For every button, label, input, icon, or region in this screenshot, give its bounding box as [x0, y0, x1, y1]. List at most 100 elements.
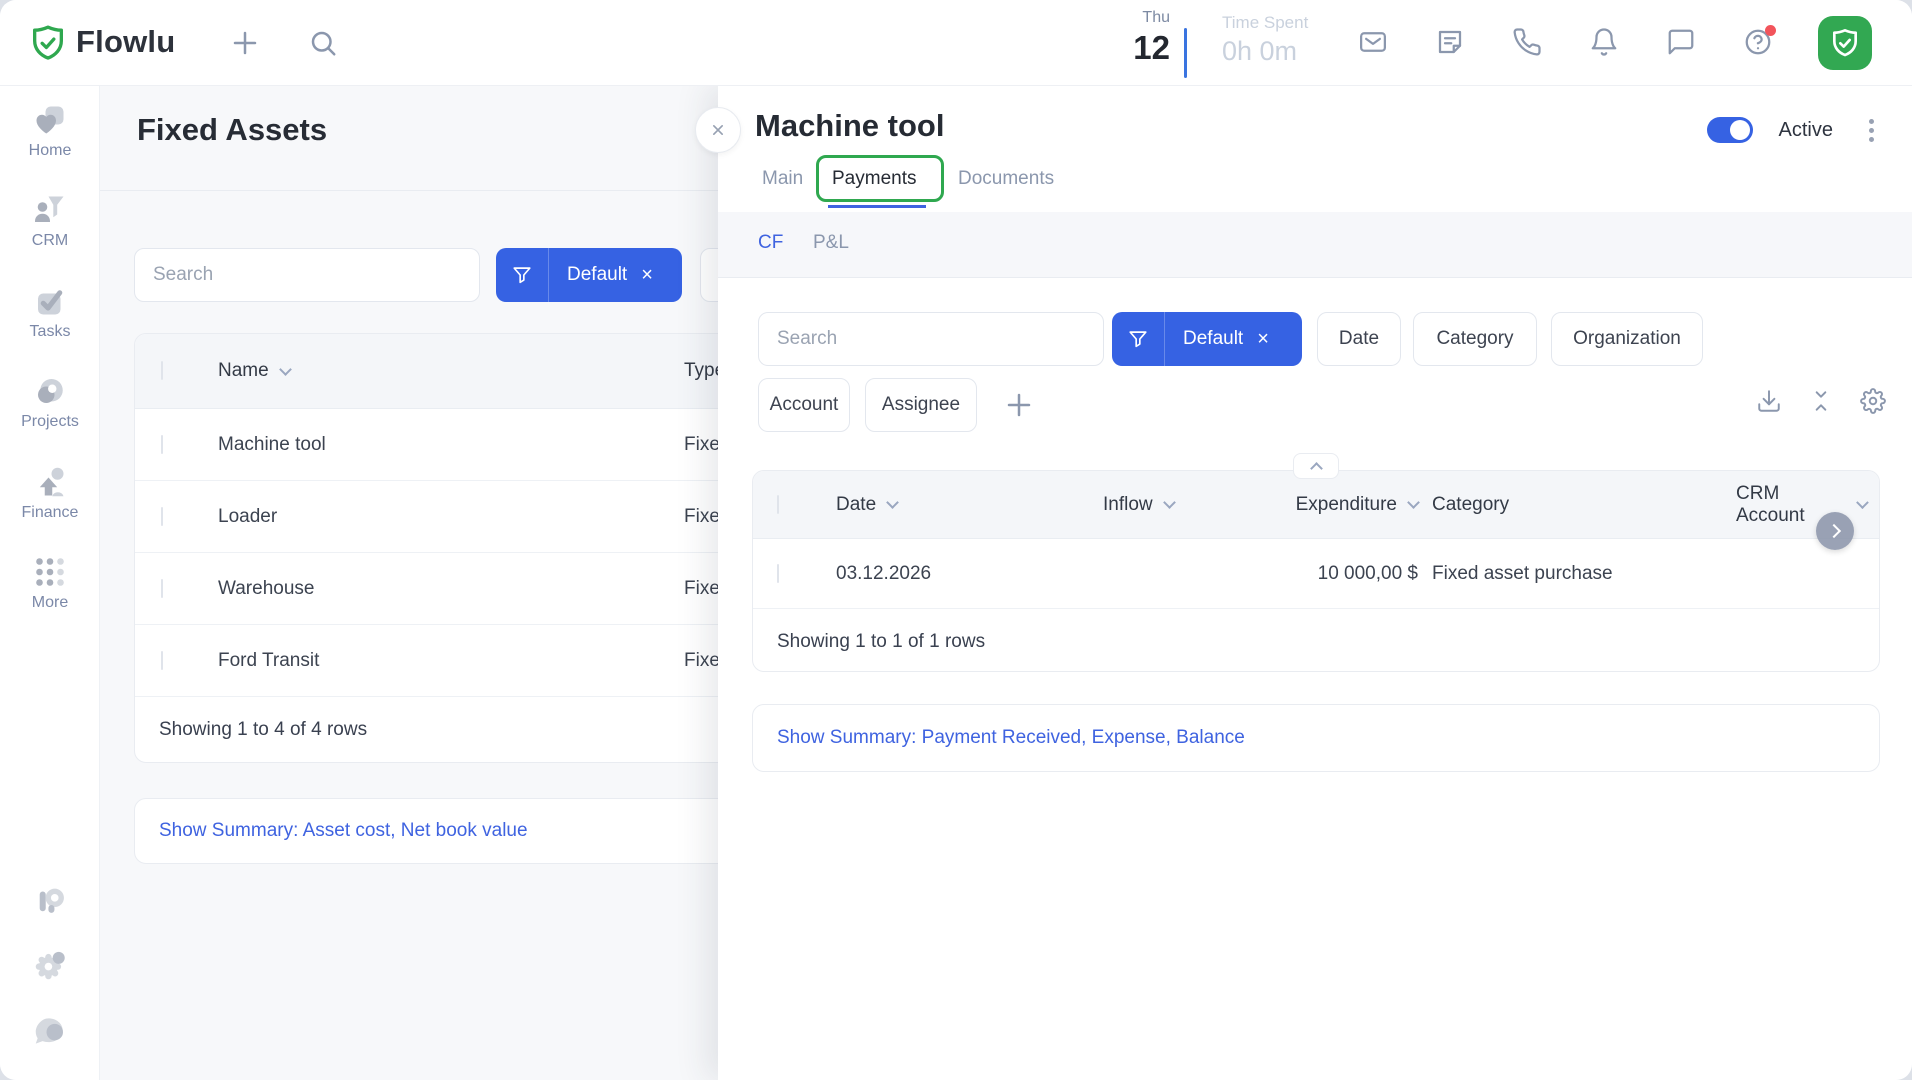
column-label: Inflow	[1103, 494, 1153, 516]
sidebar-item-finance[interactable]: Finance	[0, 464, 100, 522]
chevron-down-icon	[1163, 496, 1176, 509]
sidebar-item-tasks[interactable]: Tasks	[0, 283, 100, 341]
table-row[interactable]: 03.12.2026 10 000,00 $ Fixed asset purch…	[753, 539, 1879, 609]
sidebar-item-crm[interactable]: CRM	[0, 192, 100, 250]
table-row[interactable]: Machine tool Fixed	[135, 409, 739, 481]
assets-filter-default-button[interactable]: Default ×	[496, 248, 682, 302]
topbar-icon-group	[1358, 27, 1773, 57]
select-all-checkbox[interactable]	[161, 361, 163, 380]
time-spent-value: 0h 0m	[1222, 34, 1308, 68]
filter-date-button[interactable]: Date	[1317, 312, 1401, 366]
subtab-pl[interactable]: P&L	[813, 232, 849, 254]
row-checkbox-cell	[135, 580, 195, 598]
mail-icon[interactable]	[1358, 27, 1388, 57]
filter-assignee-button[interactable]: Assignee	[865, 378, 977, 432]
filter-category-button[interactable]: Category	[1413, 312, 1537, 366]
subtab-cf[interactable]: CF	[758, 232, 783, 254]
tab-main[interactable]: Main	[762, 168, 803, 190]
table-pagination-status: Showing 1 to 4 of 4 rows	[135, 697, 739, 763]
payments-search-input[interactable]	[758, 312, 1104, 366]
sidebar-item-home[interactable]: Home	[0, 102, 100, 160]
payment-expenditure: 10 000,00 $	[1263, 563, 1418, 585]
asset-name[interactable]: Machine tool	[195, 434, 684, 456]
filter-organization-button[interactable]: Organization	[1551, 312, 1703, 366]
select-all-checkbox[interactable]	[777, 495, 779, 514]
help-icon[interactable]	[1743, 27, 1773, 57]
row-checkbox[interactable]	[777, 564, 779, 583]
asset-name[interactable]: Ford Transit	[195, 650, 684, 672]
column-header-inflow[interactable]: Inflow	[1083, 494, 1263, 516]
messenger-icon[interactable]	[0, 1012, 100, 1055]
notes-icon[interactable]	[1435, 27, 1465, 57]
scroll-right-button[interactable]	[1816, 512, 1854, 550]
settings-icon[interactable]	[0, 946, 100, 989]
active-toggle[interactable]	[1707, 117, 1753, 143]
page-title: Fixed Assets	[137, 112, 327, 148]
assets-search-input[interactable]	[134, 248, 480, 302]
column-header-expenditure[interactable]: Expenditure	[1263, 494, 1418, 516]
chevron-right-icon	[1826, 524, 1840, 538]
app-shield-icon[interactable]	[1818, 16, 1872, 70]
filter-label: Default	[549, 264, 641, 286]
app-window: Flowlu Thu 12 Time Spent 0h 0m	[0, 0, 1912, 1080]
download-icon[interactable]	[1756, 388, 1782, 414]
collapse-icon[interactable]	[1808, 388, 1834, 414]
active-tab-underline	[828, 205, 926, 208]
bell-icon[interactable]	[1589, 27, 1619, 57]
phone-icon[interactable]	[1512, 27, 1542, 57]
payments-filter-default-button[interactable]: Default ×	[1112, 312, 1302, 366]
chat-icon[interactable]	[1666, 27, 1696, 57]
show-summary-link[interactable]: Show Summary: Asset cost, Net book value	[159, 820, 528, 842]
table-row[interactable]: Loader Fixed	[135, 481, 739, 553]
row-checkbox[interactable]	[161, 651, 163, 670]
column-label: Date	[836, 494, 876, 516]
tasks-icon	[32, 283, 68, 319]
asset-name[interactable]: Warehouse	[195, 578, 684, 600]
column-header-date[interactable]: Date	[813, 494, 1083, 516]
column-label: Category	[1432, 494, 1509, 516]
chevron-down-icon	[1856, 496, 1868, 508]
row-checkbox[interactable]	[161, 435, 163, 454]
show-summary-link[interactable]: Show Summary: Payment Received, Expense,…	[777, 727, 1245, 749]
column-header-category[interactable]: Category	[1418, 494, 1728, 516]
clear-filter-icon[interactable]: ×	[641, 265, 671, 285]
table-row[interactable]: Ford Transit Fixed	[135, 625, 739, 697]
time-spent-label: Time Spent	[1222, 12, 1308, 34]
filter-account-button[interactable]: Account	[758, 378, 850, 432]
kebab-menu-icon[interactable]	[1859, 115, 1884, 146]
column-header-name[interactable]: Name	[195, 360, 684, 382]
sidebar-item-label: Home	[29, 142, 72, 159]
more-grid-icon	[32, 554, 68, 590]
subtab-band: CF P&L	[718, 212, 1912, 278]
row-checkbox[interactable]	[161, 579, 163, 598]
payment-category: Fixed asset purchase	[1418, 563, 1728, 585]
top-bar: Flowlu Thu 12 Time Spent 0h 0m	[0, 0, 1912, 86]
chevron-down-icon	[886, 496, 899, 509]
sidebar-item-label: Finance	[22, 504, 79, 521]
table-row[interactable]: Warehouse Fixed	[135, 553, 739, 625]
create-plus-icon[interactable]	[230, 28, 260, 58]
time-tracker[interactable]: Time Spent 0h 0m	[1222, 12, 1308, 68]
row-checkbox[interactable]	[161, 507, 163, 526]
sidebar-item-label: Tasks	[30, 323, 71, 340]
payments-tab-highlight-annotation	[816, 155, 944, 202]
global-search-icon[interactable]	[308, 28, 338, 58]
column-header-crm-account[interactable]: CRM Account	[1728, 483, 1879, 527]
asset-name[interactable]: Loader	[195, 506, 684, 528]
sidebar: Home CRM Tasks Projects Finance	[0, 86, 100, 1080]
close-panel-button[interactable]	[695, 107, 741, 153]
brand-name[interactable]: Flowlu	[76, 24, 175, 60]
tab-documents[interactable]: Documents	[958, 168, 1054, 190]
workspace: Fixed Assets Default × Name	[100, 86, 1912, 1080]
table-collapse-tab[interactable]	[1293, 453, 1339, 479]
clear-filter-icon[interactable]: ×	[1257, 329, 1287, 349]
chevron-down-icon	[279, 363, 292, 376]
sidebar-item-more[interactable]: More	[0, 554, 100, 612]
add-filter-plus-icon[interactable]	[1004, 390, 1034, 420]
flowlu-logo-icon[interactable]	[28, 23, 68, 63]
payment-date[interactable]: 03.12.2026	[813, 563, 1083, 585]
apps-icon[interactable]	[0, 882, 100, 925]
gear-icon[interactable]	[1860, 388, 1886, 414]
calendar-date[interactable]: Thu 12	[1090, 8, 1170, 68]
sidebar-item-projects[interactable]: Projects	[0, 373, 100, 431]
